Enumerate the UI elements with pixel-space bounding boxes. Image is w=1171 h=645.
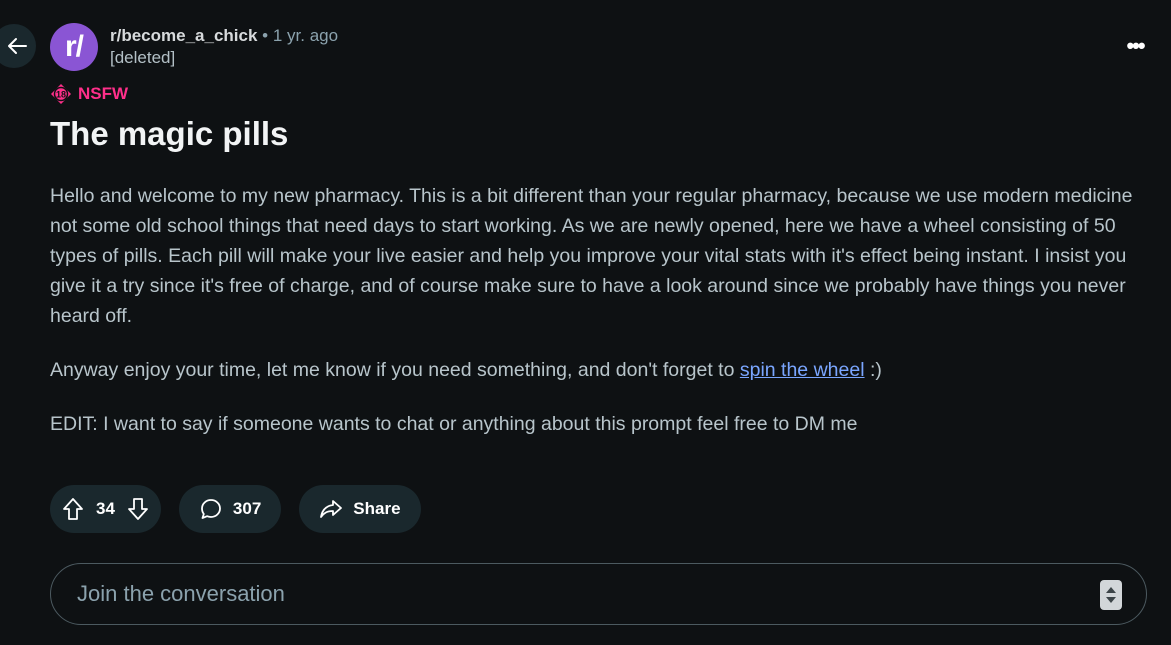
upvote-icon[interactable] xyxy=(62,497,84,521)
subreddit-name[interactable]: r/become_a_chick xyxy=(110,26,257,45)
comment-count: 307 xyxy=(232,499,262,518)
body-text: :) xyxy=(864,359,882,381)
input-stepper-handle[interactable] xyxy=(1100,580,1122,610)
post-age: 1 yr. ago xyxy=(272,26,339,45)
body-paragraph: Hello and welcome to my new pharmacy. Th… xyxy=(50,185,1133,327)
subreddit-avatar[interactable]: r/ xyxy=(50,23,98,71)
body-paragraph: EDIT: I want to say if someone wants to … xyxy=(50,413,858,435)
comment-bubble-icon xyxy=(201,499,221,519)
share-arrow-icon xyxy=(320,500,343,518)
vote-count: 34 xyxy=(96,499,115,518)
share-label: Share xyxy=(353,499,401,518)
comment-box[interactable] xyxy=(50,563,1147,625)
spin-wheel-link[interactable]: spin the wheel xyxy=(740,359,865,381)
stepper-down-icon xyxy=(1106,597,1116,603)
post-body: Hello and welcome to my new pharmacy. Th… xyxy=(50,181,1150,463)
downvote-icon[interactable] xyxy=(127,497,149,521)
more-options-button[interactable]: ••• xyxy=(1123,33,1147,58)
post-title: The magic pills xyxy=(50,115,289,152)
nsfw-label: NSFW xyxy=(78,84,129,103)
arrow-left-icon xyxy=(8,38,27,54)
nsfw-tag: 18 NSFW xyxy=(50,83,128,105)
vote-control: 34 xyxy=(50,485,161,533)
post-actions: 34 307 Share xyxy=(50,485,421,533)
stepper-up-icon xyxy=(1106,587,1116,593)
post-author: [deleted] xyxy=(110,48,176,67)
body-text: Anyway enjoy your time, let me know if y… xyxy=(50,359,740,381)
nsfw-18-icon: 18 xyxy=(51,84,71,104)
post-meta: r/become_a_chick • 1 yr. ago [deleted] xyxy=(110,25,338,69)
share-button[interactable]: Share xyxy=(299,485,421,533)
back-button[interactable] xyxy=(0,24,36,68)
more-dots-icon: ••• xyxy=(1126,33,1145,58)
meta-separator: • xyxy=(262,26,269,45)
body-paragraph: Anyway enjoy your time, let me know if y… xyxy=(50,355,1150,385)
comments-button[interactable]: 307 xyxy=(178,485,282,533)
nsfw-badge-text: 18 xyxy=(56,90,66,100)
comment-input[interactable] xyxy=(75,580,1146,608)
